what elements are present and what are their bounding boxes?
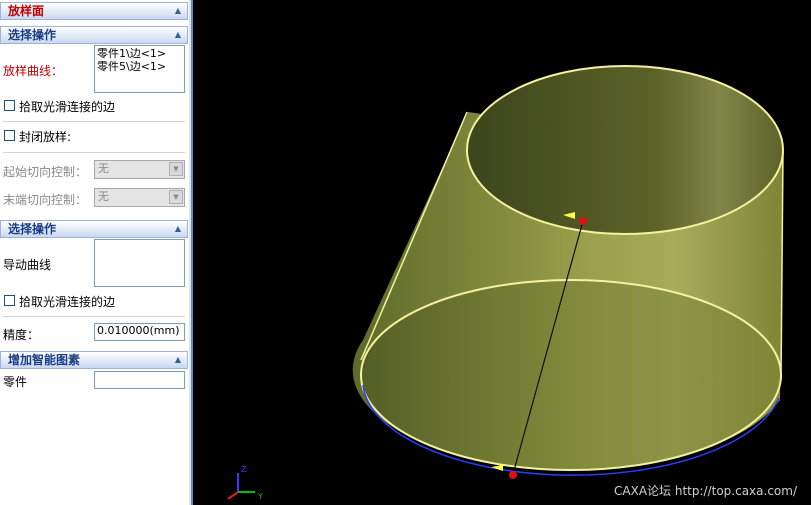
start-tangent-select[interactable]: 无 ▼ (94, 160, 185, 179)
pick-smooth-checkbox-2[interactable] (4, 295, 15, 306)
watermark: CAXA论坛 http://top.caxa.com/ (614, 484, 797, 498)
end-tangent-select[interactable]: 无 ▼ (94, 188, 185, 207)
divider (3, 152, 185, 153)
divider (3, 121, 185, 122)
axis-label-z: Z (241, 465, 247, 474)
3d-viewport[interactable]: Z Y CAXA论坛 http://top.caxa.com/ (195, 0, 811, 505)
pick-smooth-label-2: 拾取光滑连接的边 (19, 295, 116, 309)
property-panel: 放样面 ▲ 选择操作 ▲ 放样曲线： 零件1\边<1> 零件5\边<1> 拾取光… (0, 0, 193, 505)
property-panel-body: 放样面 ▲ 选择操作 ▲ 放样曲线： 零件1\边<1> 零件5\边<1> 拾取光… (0, 0, 189, 505)
closed-loft-label: 封闭放样: (19, 130, 72, 144)
loft-curve-label: 放样曲线： (3, 64, 64, 78)
section-add-smart-element[interactable]: 增加智能图素 ▲ (0, 351, 188, 369)
collapse-icon[interactable]: ▲ (172, 5, 184, 17)
precision-value: 0.010000(mm) (97, 324, 180, 337)
loft-curve-list[interactable]: 零件1\边<1> 零件5\边<1> (94, 45, 185, 93)
part-input[interactable] (94, 371, 185, 389)
end-tangent-label: 末端切向控制： (3, 193, 88, 207)
curve-point-top (579, 217, 587, 225)
guide-curve-label: 导动曲线 (3, 258, 52, 272)
divider (3, 316, 185, 317)
precision-input[interactable]: 0.010000(mm) (94, 323, 185, 341)
part-label: 零件 (3, 375, 28, 389)
axis-triad: Z Y (227, 465, 263, 501)
top-opening (467, 66, 783, 234)
pick-smooth-label-1: 拾取光滑连接的边 (19, 100, 116, 114)
axis-label-y: Y (257, 492, 263, 501)
section-header-text: 选择操作 (8, 222, 57, 236)
section-select-operation-2[interactable]: 选择操作 ▲ (0, 220, 188, 238)
collapse-icon[interactable]: ▲ (172, 29, 184, 41)
section-header-text: 选择操作 (8, 28, 57, 42)
pick-smooth-checkbox-1[interactable] (4, 100, 15, 111)
precision-label: 精度： (3, 328, 40, 342)
chevron-down-icon[interactable]: ▼ (169, 162, 183, 176)
viewport-canvas[interactable]: Z Y (195, 0, 811, 505)
chevron-down-icon[interactable]: ▼ (169, 190, 183, 204)
section-header-text: 增加智能图素 (8, 353, 81, 367)
section-select-operation-1[interactable]: 选择操作 ▲ (0, 26, 188, 44)
collapse-icon[interactable]: ▲ (172, 354, 184, 366)
list-item[interactable]: 零件1\边<1> (97, 47, 182, 60)
panel-title[interactable]: 放样面 ▲ (0, 2, 188, 20)
closed-loft-checkbox[interactable] (4, 130, 15, 141)
guide-curve-list[interactable] (94, 239, 185, 287)
start-tangent-label: 起始切向控制： (3, 165, 88, 179)
list-item[interactable]: 零件5\边<1> (97, 60, 182, 73)
collapse-icon[interactable]: ▲ (172, 223, 184, 235)
start-tangent-value: 无 (98, 162, 109, 175)
panel-title-text: 放样面 (8, 4, 45, 18)
end-tangent-value: 无 (98, 190, 109, 203)
curve-point-bottom (509, 471, 517, 479)
